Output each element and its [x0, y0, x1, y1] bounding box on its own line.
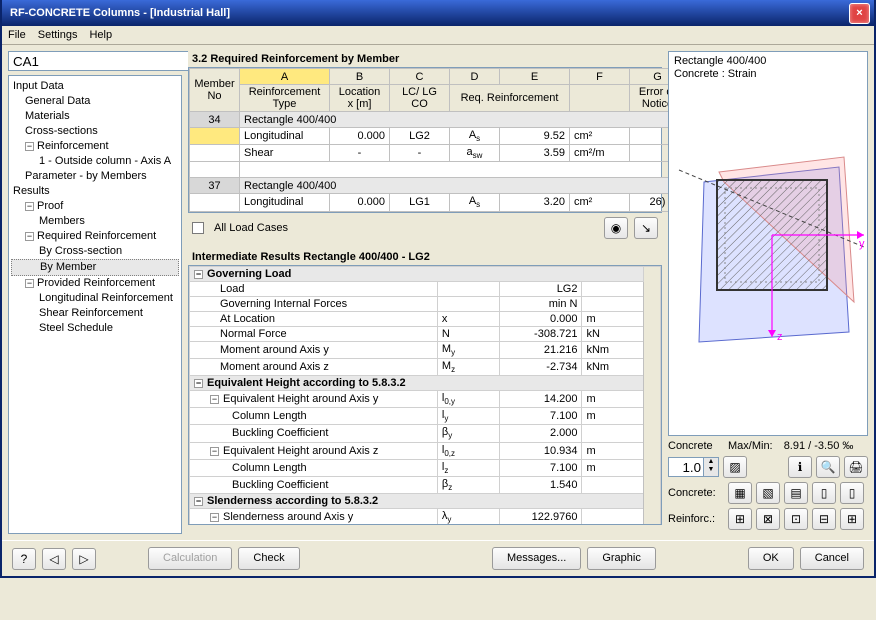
pick-icon[interactable]: ↘	[634, 217, 658, 239]
tree-cross[interactable]: Cross-sections	[11, 124, 179, 139]
window-title: RF-CONCRETE Columns - [Industrial Hall]	[10, 7, 849, 19]
tree-materials[interactable]: Materials	[11, 109, 179, 124]
concrete-opt-3[interactable]: ▤	[784, 482, 808, 504]
cross-section-graphic: y z	[669, 52, 868, 432]
tree-general[interactable]: General Data	[11, 94, 179, 109]
reinf-opt-4[interactable]: ⊟	[812, 508, 836, 530]
tree-proof[interactable]: −Proof	[11, 199, 179, 214]
messages-button[interactable]: Messages...	[492, 547, 581, 570]
close-icon[interactable]: ×	[849, 3, 870, 24]
minus-icon[interactable]: −	[25, 279, 34, 288]
minus-icon[interactable]: −	[25, 142, 34, 151]
table-row: Shear--asw3.59cm²/m	[190, 145, 686, 162]
tree-reinf[interactable]: −Reinforcement	[11, 139, 179, 154]
reinf-opt-5[interactable]: ⊞	[840, 508, 864, 530]
detail-title: Intermediate Results Rectangle 400/400 -…	[188, 249, 662, 265]
tree-provreinf[interactable]: −Provided Reinforcement	[11, 276, 179, 291]
tree-input-data[interactable]: Input Data	[11, 79, 179, 94]
concrete-opt-1[interactable]: ▦	[728, 482, 752, 504]
detail-table: −Governing Load LoadLG2 Governing Intern…	[188, 265, 662, 525]
tree-shearreinf[interactable]: Shear Reinforcement	[11, 306, 179, 321]
scale-input[interactable]	[668, 457, 704, 477]
titlebar: RF-CONCRETE Columns - [Industrial Hall] …	[2, 0, 874, 26]
maxmin-value: 8.91 / -3.50 ‰	[784, 440, 854, 452]
results-table: MemberNo ABCDEFG ReinforcementType Locat…	[189, 68, 686, 212]
reinf-opt-3[interactable]: ⊡	[784, 508, 808, 530]
tree-members[interactable]: Members	[11, 214, 179, 229]
svg-text:y: y	[859, 238, 865, 250]
tree-steel[interactable]: Steel Schedule	[11, 321, 179, 336]
eye-icon[interactable]: ◉	[604, 217, 628, 239]
info-icon[interactable]: ℹ	[788, 456, 812, 478]
print-icon[interactable]: 🖨	[844, 456, 868, 478]
check-button[interactable]: Check	[238, 547, 299, 570]
menubar: File Settings Help	[2, 26, 874, 45]
tree-param[interactable]: Parameter - by Members	[11, 169, 179, 184]
reinf-opt-2[interactable]: ⊠	[756, 508, 780, 530]
hatch-icon[interactable]: ▨	[723, 456, 747, 478]
next-icon[interactable]: ▷	[72, 548, 96, 570]
concrete-label: Concrete	[668, 440, 724, 452]
concrete-opt-5[interactable]: ▯	[840, 482, 864, 504]
all-load-checkbox[interactable]	[192, 222, 204, 234]
table-group-34: 34Rectangle 400/400	[190, 112, 686, 128]
reinf-row-label: Reinforc.:	[668, 513, 724, 525]
tree-bymember[interactable]: By Member	[11, 259, 179, 276]
menu-help[interactable]: Help	[89, 29, 112, 41]
stepper-buttons[interactable]: ▲▼	[704, 457, 719, 477]
minus-icon[interactable]: −	[25, 202, 34, 211]
scale-stepper[interactable]: ▲▼	[668, 457, 719, 477]
table-group-37: 37Rectangle 400/400	[190, 178, 686, 194]
tree-bycross[interactable]: By Cross-section	[11, 244, 179, 259]
svg-text:z: z	[777, 331, 783, 343]
nav-tree: Input Data General Data Materials Cross-…	[8, 75, 182, 534]
scrollbar[interactable]	[644, 266, 661, 525]
results-table-panel: MemberNo ABCDEFG ReinforcementType Locat…	[188, 67, 662, 213]
menu-settings[interactable]: Settings	[38, 29, 78, 41]
table-row: Longitudinal0.000LG1As3.20cm²26)	[190, 194, 686, 211]
concrete-row-label: Concrete:	[668, 487, 724, 499]
case-select[interactable]: ▾	[8, 51, 182, 71]
reinf-opt-1[interactable]: ⊞	[728, 508, 752, 530]
prev-icon[interactable]: ◁	[42, 548, 66, 570]
section-title: 3.2 Required Reinforcement by Member	[188, 51, 662, 67]
tree-reqreinf[interactable]: −Required Reinforcement	[11, 229, 179, 244]
tree-results[interactable]: Results	[11, 184, 179, 199]
viewer-caption: Rectangle 400/400Concrete : Strain	[674, 55, 766, 81]
case-input[interactable]	[8, 51, 195, 71]
calculation-button: Calculation	[148, 547, 232, 570]
cancel-button[interactable]: Cancel	[800, 547, 864, 570]
all-load-label: All Load Cases	[214, 222, 288, 234]
table-row	[190, 162, 686, 178]
tree-longreinf[interactable]: Longitudinal Reinforcement	[11, 291, 179, 306]
button-bar: ? ◁ ▷ Calculation Check Messages... Grap…	[2, 540, 874, 576]
concrete-opt-2[interactable]: ▧	[756, 482, 780, 504]
minus-icon[interactable]: −	[25, 232, 34, 241]
ok-button[interactable]: OK	[748, 547, 794, 570]
graphic-button[interactable]: Graphic	[587, 547, 656, 570]
section-viewer[interactable]: Rectangle 400/400Concrete : Strain y z	[668, 51, 868, 436]
zoom-icon[interactable]: 🔍	[816, 456, 840, 478]
table-row: Longitudinal0.000LG2As9.52cm²	[190, 128, 686, 145]
help-icon[interactable]: ?	[12, 548, 36, 570]
concrete-opt-4[interactable]: ▯	[812, 482, 836, 504]
menu-file[interactable]: File	[8, 29, 26, 41]
viewer-controls: Concrete Max/Min: 8.91 / -3.50 ‰ ▲▼ ▨ ℹ …	[668, 440, 868, 534]
tree-reinf-1[interactable]: 1 - Outside column - Axis A	[11, 154, 179, 169]
